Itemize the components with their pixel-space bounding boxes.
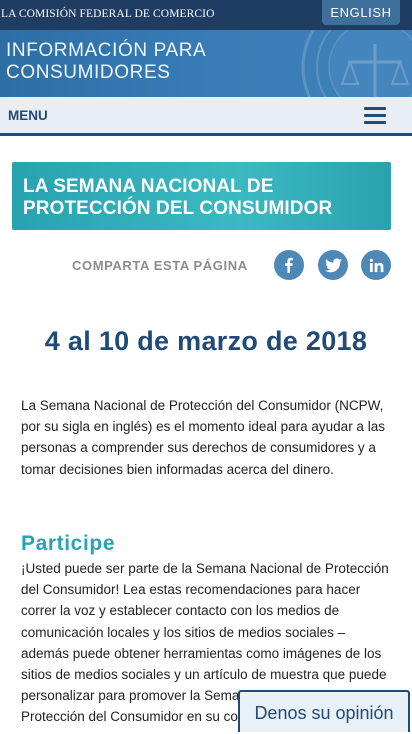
share-label: COMPARTA ESTA PÁGINA [72, 258, 248, 273]
site-title-line2: CONSUMIDORES [6, 62, 171, 83]
site-title[interactable]: INFORMACIÓN PARA CONSUMIDORES [6, 40, 206, 84]
campaign-banner: LA SEMANA NACIONAL DE PROTECCIÓN DEL CON… [12, 162, 391, 230]
twitter-icon[interactable] [318, 250, 348, 280]
intro-paragraph: La Semana Nacional de Protección del Con… [21, 398, 385, 477]
ftc-seal-icon [301, 30, 412, 97]
hamburger-menu-icon[interactable] [364, 107, 386, 124]
site-banner: INFORMACIÓN PARA CONSUMIDORES [0, 30, 412, 99]
linkedin-icon[interactable] [361, 250, 391, 280]
event-date-heading: 4 al 10 de marzo de 2018 [44, 326, 368, 356]
english-language-button[interactable]: ENGLISH [322, 0, 400, 25]
section-heading: Participe [21, 532, 116, 555]
campaign-title: LA SEMANA NACIONAL DE PROTECCIÓN DEL CON… [23, 176, 332, 220]
menu-bar[interactable]: MENU [0, 97, 412, 136]
top-bar: LA COMISIÓN FEDERAL DE COMERCIO ENGLISH [0, 0, 412, 30]
facebook-icon[interactable] [274, 250, 304, 280]
site-title-line1: INFORMACIÓN PARA [6, 40, 207, 61]
menu-label[interactable]: MENU [8, 108, 48, 123]
campaign-title-line1: LA SEMANA NACIONAL DE [23, 176, 274, 197]
agency-name[interactable]: LA COMISIÓN FEDERAL DE COMERCIO [1, 8, 215, 20]
feedback-button[interactable]: Denos su opinión [238, 690, 410, 732]
campaign-title-line2: PROTECCIÓN DEL CONSUMIDOR [23, 198, 333, 219]
